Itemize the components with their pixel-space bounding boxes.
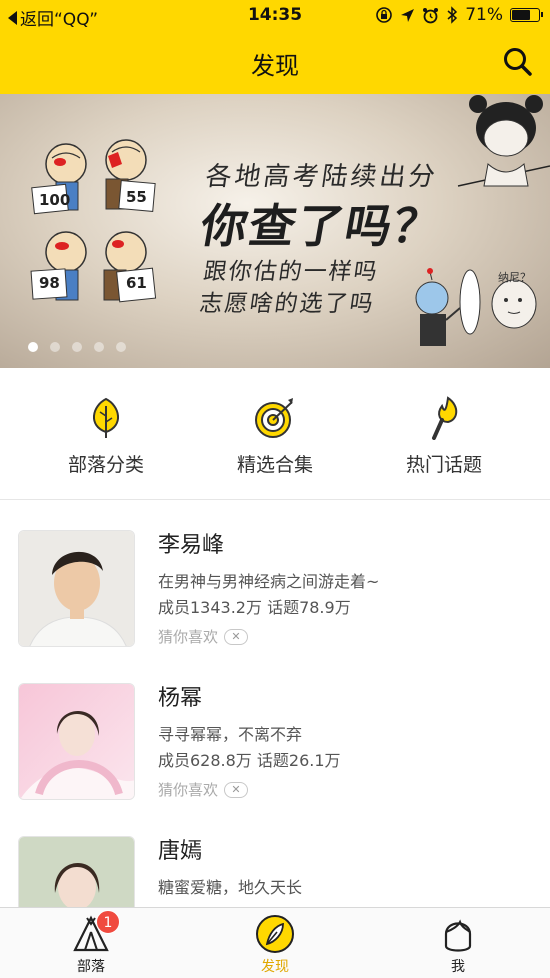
list-item[interactable]: 杨幂 寻寻幂幂，不离不弃 成员628.8万 话题26.1万 猜你喜欢 ✕ (0, 654, 550, 807)
tribe-stats: 成员1343.2万 话题78.9万 (158, 598, 351, 617)
category-hot-topics[interactable]: 热门话题 (369, 396, 519, 477)
top-bar: 返回“QQ” 14:35 71% 发现 (0, 0, 550, 94)
back-label: 返回“QQ” (20, 10, 99, 30)
tribe-thumbnail (18, 683, 135, 800)
tab-discover[interactable]: 发现 (215, 914, 335, 976)
category-featured-collection[interactable]: 精选合集 (200, 396, 350, 477)
meme-character-hanging (457, 95, 550, 187)
score-card-value: 61 (126, 274, 147, 292)
tab-tribe[interactable]: 部落 1 (31, 910, 151, 976)
banner-headline-2: 你查了吗？ (196, 199, 447, 253)
nav-bar: 发现 (0, 32, 550, 94)
tribe-description: 在男神与男神经病之间游走着~ (158, 572, 380, 591)
banner-caption: 纳尼？ (498, 271, 531, 284)
battery-icon (510, 8, 543, 22)
recommend-label: 猜你喜欢 (158, 628, 219, 646)
location-arrow-icon (401, 8, 415, 22)
dismiss-icon[interactable]: ✕ (224, 628, 249, 645)
list-item[interactable]: 唐嫣 糖蜜爱糖，地久天长 (0, 807, 550, 907)
tab-bar: 部落 1 发现 我 (0, 907, 550, 978)
profile-face-icon (444, 919, 472, 952)
tribe-title: 李易峰 (158, 533, 225, 558)
meme-character-interviewer (415, 268, 481, 346)
notification-badge: 1 (96, 910, 120, 934)
tab-label: 部落 (77, 959, 105, 975)
list-item[interactable]: 李易峰 在男神与男神经病之间游走着~ 成员1343.2万 话题78.9万 猜你喜… (0, 501, 550, 654)
search-icon[interactable] (502, 46, 534, 78)
recommend-label: 猜你喜欢 (158, 781, 219, 799)
carousel-dot[interactable] (28, 342, 38, 352)
alarm-icon (423, 7, 439, 23)
target-icon (255, 398, 293, 438)
score-card-value: 55 (126, 188, 147, 206)
score-card-value: 98 (39, 274, 60, 292)
rotation-lock-icon (376, 7, 393, 23)
dismiss-icon[interactable]: ✕ (224, 781, 249, 798)
battery-fill (512, 10, 531, 20)
tribe-list: 李易峰 在男神与男神经病之间游走着~ 成员1343.2万 话题78.9万 猜你喜… (0, 501, 550, 907)
leaf-icon (93, 397, 119, 438)
score-card-value: 100 (39, 191, 71, 209)
banner-headline-3: 跟你估的一样吗 (201, 259, 381, 285)
back-arrow-icon (8, 10, 17, 25)
meme-character-confused (491, 279, 537, 329)
recommend-tag: 猜你喜欢 ✕ (158, 779, 249, 800)
carousel-dot[interactable] (116, 342, 126, 352)
feather-icon (256, 915, 294, 953)
tribe-description: 糖蜜爱糖，地久天长 (158, 878, 303, 897)
category-label: 精选合集 (236, 454, 313, 476)
tab-label: 我 (451, 959, 465, 975)
tribe-description: 寻寻幂幂，不离不弃 (158, 725, 303, 744)
tribe-thumbnail (18, 836, 135, 907)
tribe-title: 唐嫣 (158, 839, 203, 864)
bluetooth-icon (447, 6, 458, 24)
tab-label: 发现 (261, 959, 289, 975)
carousel-dot[interactable] (50, 342, 60, 352)
recommend-tag: 猜你喜欢 ✕ (158, 626, 249, 647)
carousel-dot[interactable] (72, 342, 82, 352)
carousel-dot[interactable] (94, 342, 104, 352)
category-row: 部落分类 精选合集 热门话题 (0, 368, 550, 500)
status-bar: 返回“QQ” 14:35 71% (0, 0, 550, 32)
torch-icon (432, 396, 458, 440)
banner-headline-1: 各地高考陆续出分 (203, 162, 440, 192)
category-label: 热门话题 (405, 454, 482, 476)
banner-headline-4: 志愿啥的选了吗 (197, 291, 377, 317)
category-tribe-classification[interactable]: 部落分类 (31, 396, 181, 477)
promo-banner[interactable]: 100 55 98 61 各地高考陆续出分 你查了吗？ 跟你估的一样吗 志愿啥的选了吗… (0, 94, 550, 368)
page-title: 发现 (251, 52, 299, 80)
status-icons: 71% (375, 5, 543, 25)
back-to-qq[interactable]: 返回“QQ” (8, 5, 98, 30)
tribe-thumbnail (18, 530, 135, 647)
category-label: 部落分类 (67, 454, 144, 476)
carousel-dots (28, 342, 126, 352)
battery-percent: 71% (465, 5, 503, 25)
tribe-title: 杨幂 (158, 686, 203, 711)
tribe-stats: 成员628.8万 话题26.1万 (158, 751, 341, 770)
tab-me[interactable]: 我 (398, 914, 518, 976)
